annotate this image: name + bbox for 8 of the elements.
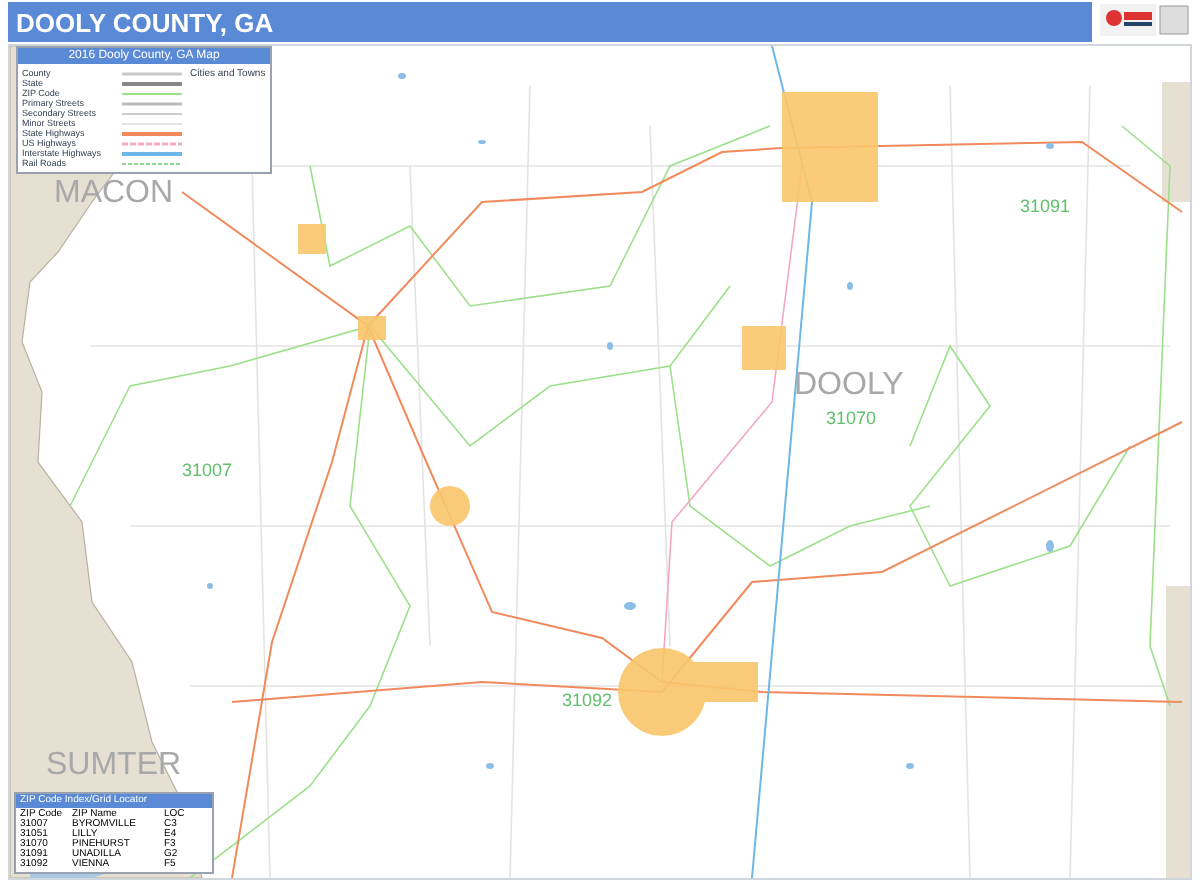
zip-code-label: 31070 — [826, 410, 877, 428]
county-name-label: DOOLY — [794, 370, 904, 402]
county-name-label: SUMTER — [46, 750, 182, 782]
zip-code-label: 31091 — [1020, 198, 1071, 216]
map-title: DOOLY COUNTY, GA — [16, 9, 274, 35]
zip-code-label: 31092 — [562, 692, 613, 710]
logo-icon — [1100, 2, 1192, 38]
zip-code-label: 31007 — [182, 462, 233, 480]
